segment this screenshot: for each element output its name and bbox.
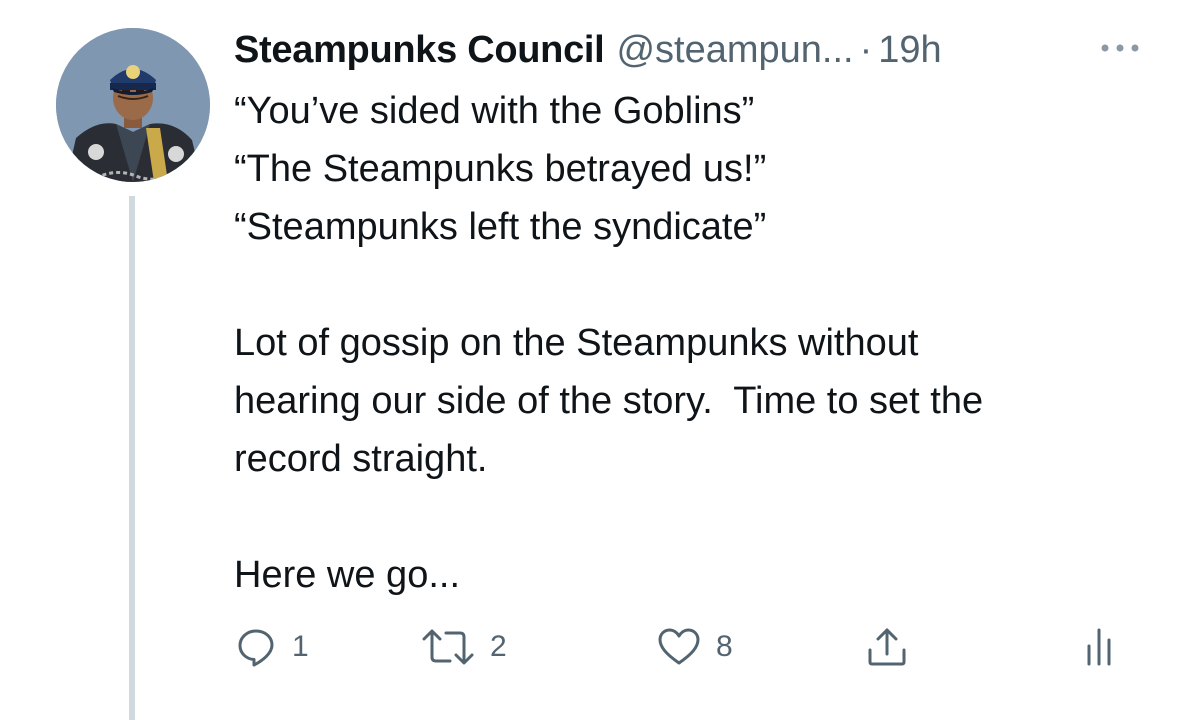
share-icon [868,628,906,666]
retweet-icon [422,629,474,665]
reply-count: 1 [292,630,309,663]
tweet[interactable]: Steampunks Council @steampun... · 19h “Y… [0,0,1200,720]
more-options-button[interactable] [1098,40,1142,56]
separator-dot: · [859,28,873,71]
tweet-text: “You’ve sided with the Goblins” “The Ste… [234,82,1164,604]
tweet-line: record straight. [234,438,488,480]
display-name[interactable]: Steampunks Council [234,29,605,72]
tweet-line: Here we go... [234,554,460,596]
heart-icon [658,628,700,665]
user-handle[interactable]: @steampun... [616,29,853,72]
tweet-line: hearing our side of the story. Time to s… [234,380,984,422]
thread-connector-line [129,196,135,720]
tweet-header: Steampunks Council @steampun... · 19h [234,26,942,74]
tweet-line: Lot of gossip on the Steampunks without [234,322,919,364]
retweet-button[interactable]: 2 [420,622,507,672]
analytics-icon [1087,628,1111,666]
tweet-line: “The Steampunks betrayed us!” [234,148,767,190]
more-horizontal-icon [1101,44,1139,52]
analytics-button[interactable] [1084,622,1116,672]
retweet-count: 2 [490,630,507,663]
timestamp[interactable]: 19h [878,29,941,72]
tweet-line: “You’ve sided with the Goblins” [234,90,755,132]
tweet-actions: 1 2 8 [234,622,1134,672]
like-button[interactable]: 8 [656,622,733,672]
avatar[interactable] [56,28,210,182]
like-count: 8 [716,630,733,663]
reply-button[interactable]: 1 [234,622,309,672]
share-button[interactable] [864,622,910,672]
reply-icon [238,629,274,667]
avatar-illustration [56,28,210,182]
tweet-line: “Steampunks left the syndicate” [234,206,767,248]
